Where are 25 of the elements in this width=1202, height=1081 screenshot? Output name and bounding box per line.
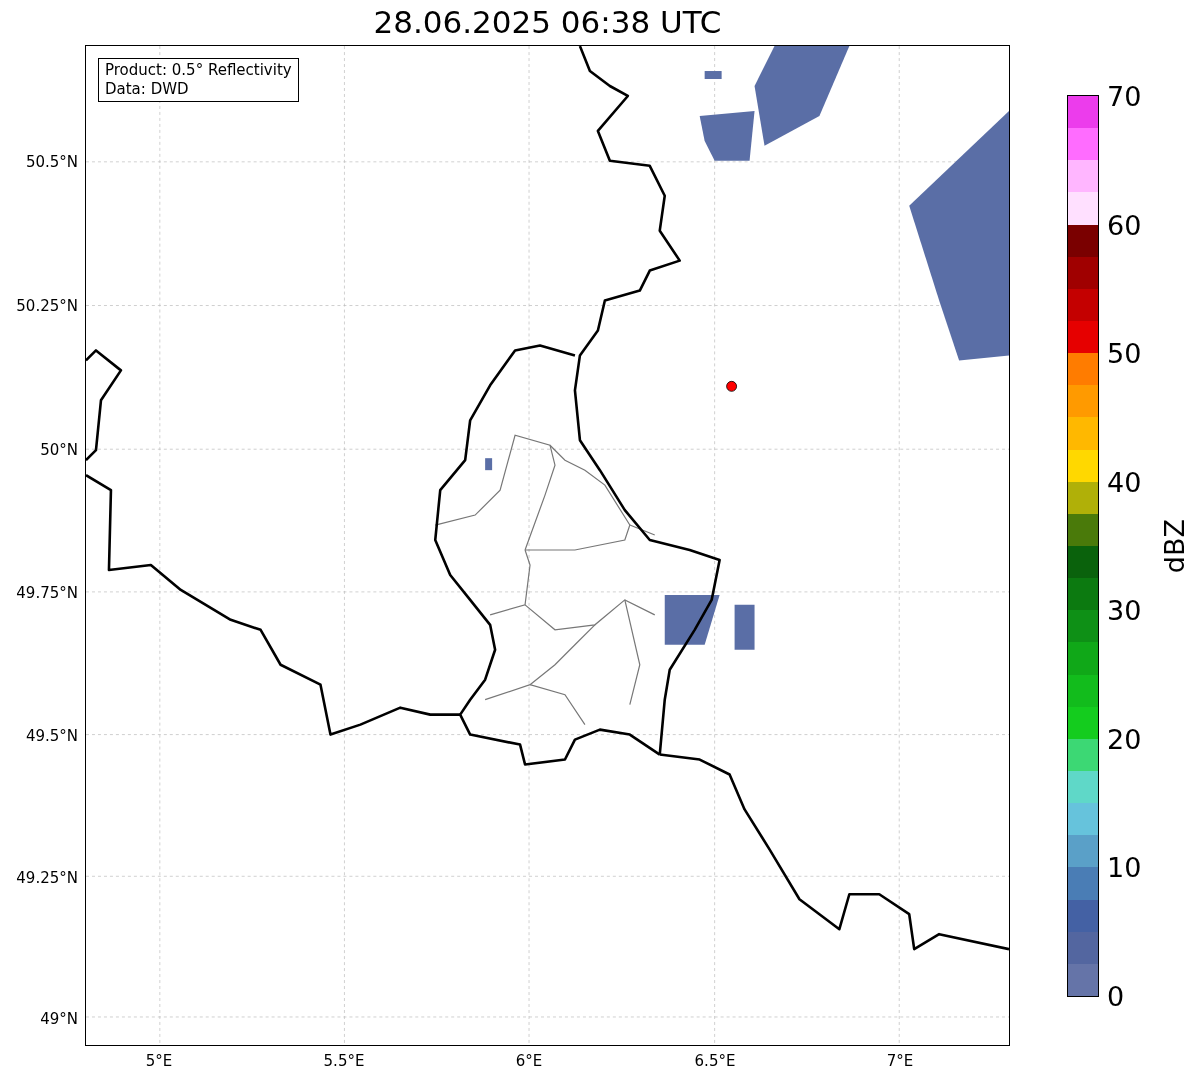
colorbar-tick-label: 60 bbox=[1107, 209, 1142, 241]
latitude-label: 50°N bbox=[40, 441, 78, 459]
info-text: Data: DWD bbox=[105, 80, 190, 99]
longitude-label: 6°E bbox=[515, 1052, 543, 1070]
colorbar-tick-label: 20 bbox=[1107, 723, 1142, 755]
colorbar-tick-label: 70 bbox=[1107, 80, 1142, 112]
latitude-label: 49.25°N bbox=[16, 869, 78, 887]
info-text: Product: 0.5° Reflectivity bbox=[105, 61, 292, 80]
chart-title: 28.06.2025 06:38 UTC bbox=[372, 7, 723, 38]
colorbar-tick-label: 40 bbox=[1107, 466, 1142, 498]
longitude-label: 6.5°E bbox=[694, 1052, 736, 1070]
longitude-label: 5°E bbox=[145, 1052, 173, 1070]
radar-site-marker bbox=[726, 380, 737, 392]
colorbar-tick-label: 10 bbox=[1107, 851, 1142, 883]
colorbar-label: dBZ bbox=[1161, 518, 1188, 574]
latitude-label: 49°N bbox=[40, 1010, 78, 1028]
latitude-label: 49.75°N bbox=[16, 584, 78, 602]
latitude-label: 50.25°N bbox=[16, 297, 78, 315]
longitude-label: 7°E bbox=[886, 1052, 914, 1070]
longitude-label: 5.5°E bbox=[323, 1052, 365, 1070]
colorbar-tick-label: 30 bbox=[1107, 594, 1142, 626]
colorbar-tick-label: 50 bbox=[1107, 337, 1142, 369]
latitude-label: 50.5°N bbox=[25, 153, 78, 171]
colorbar-tick-label: 0 bbox=[1107, 980, 1125, 1012]
latitude-label: 49.5°N bbox=[25, 727, 78, 745]
